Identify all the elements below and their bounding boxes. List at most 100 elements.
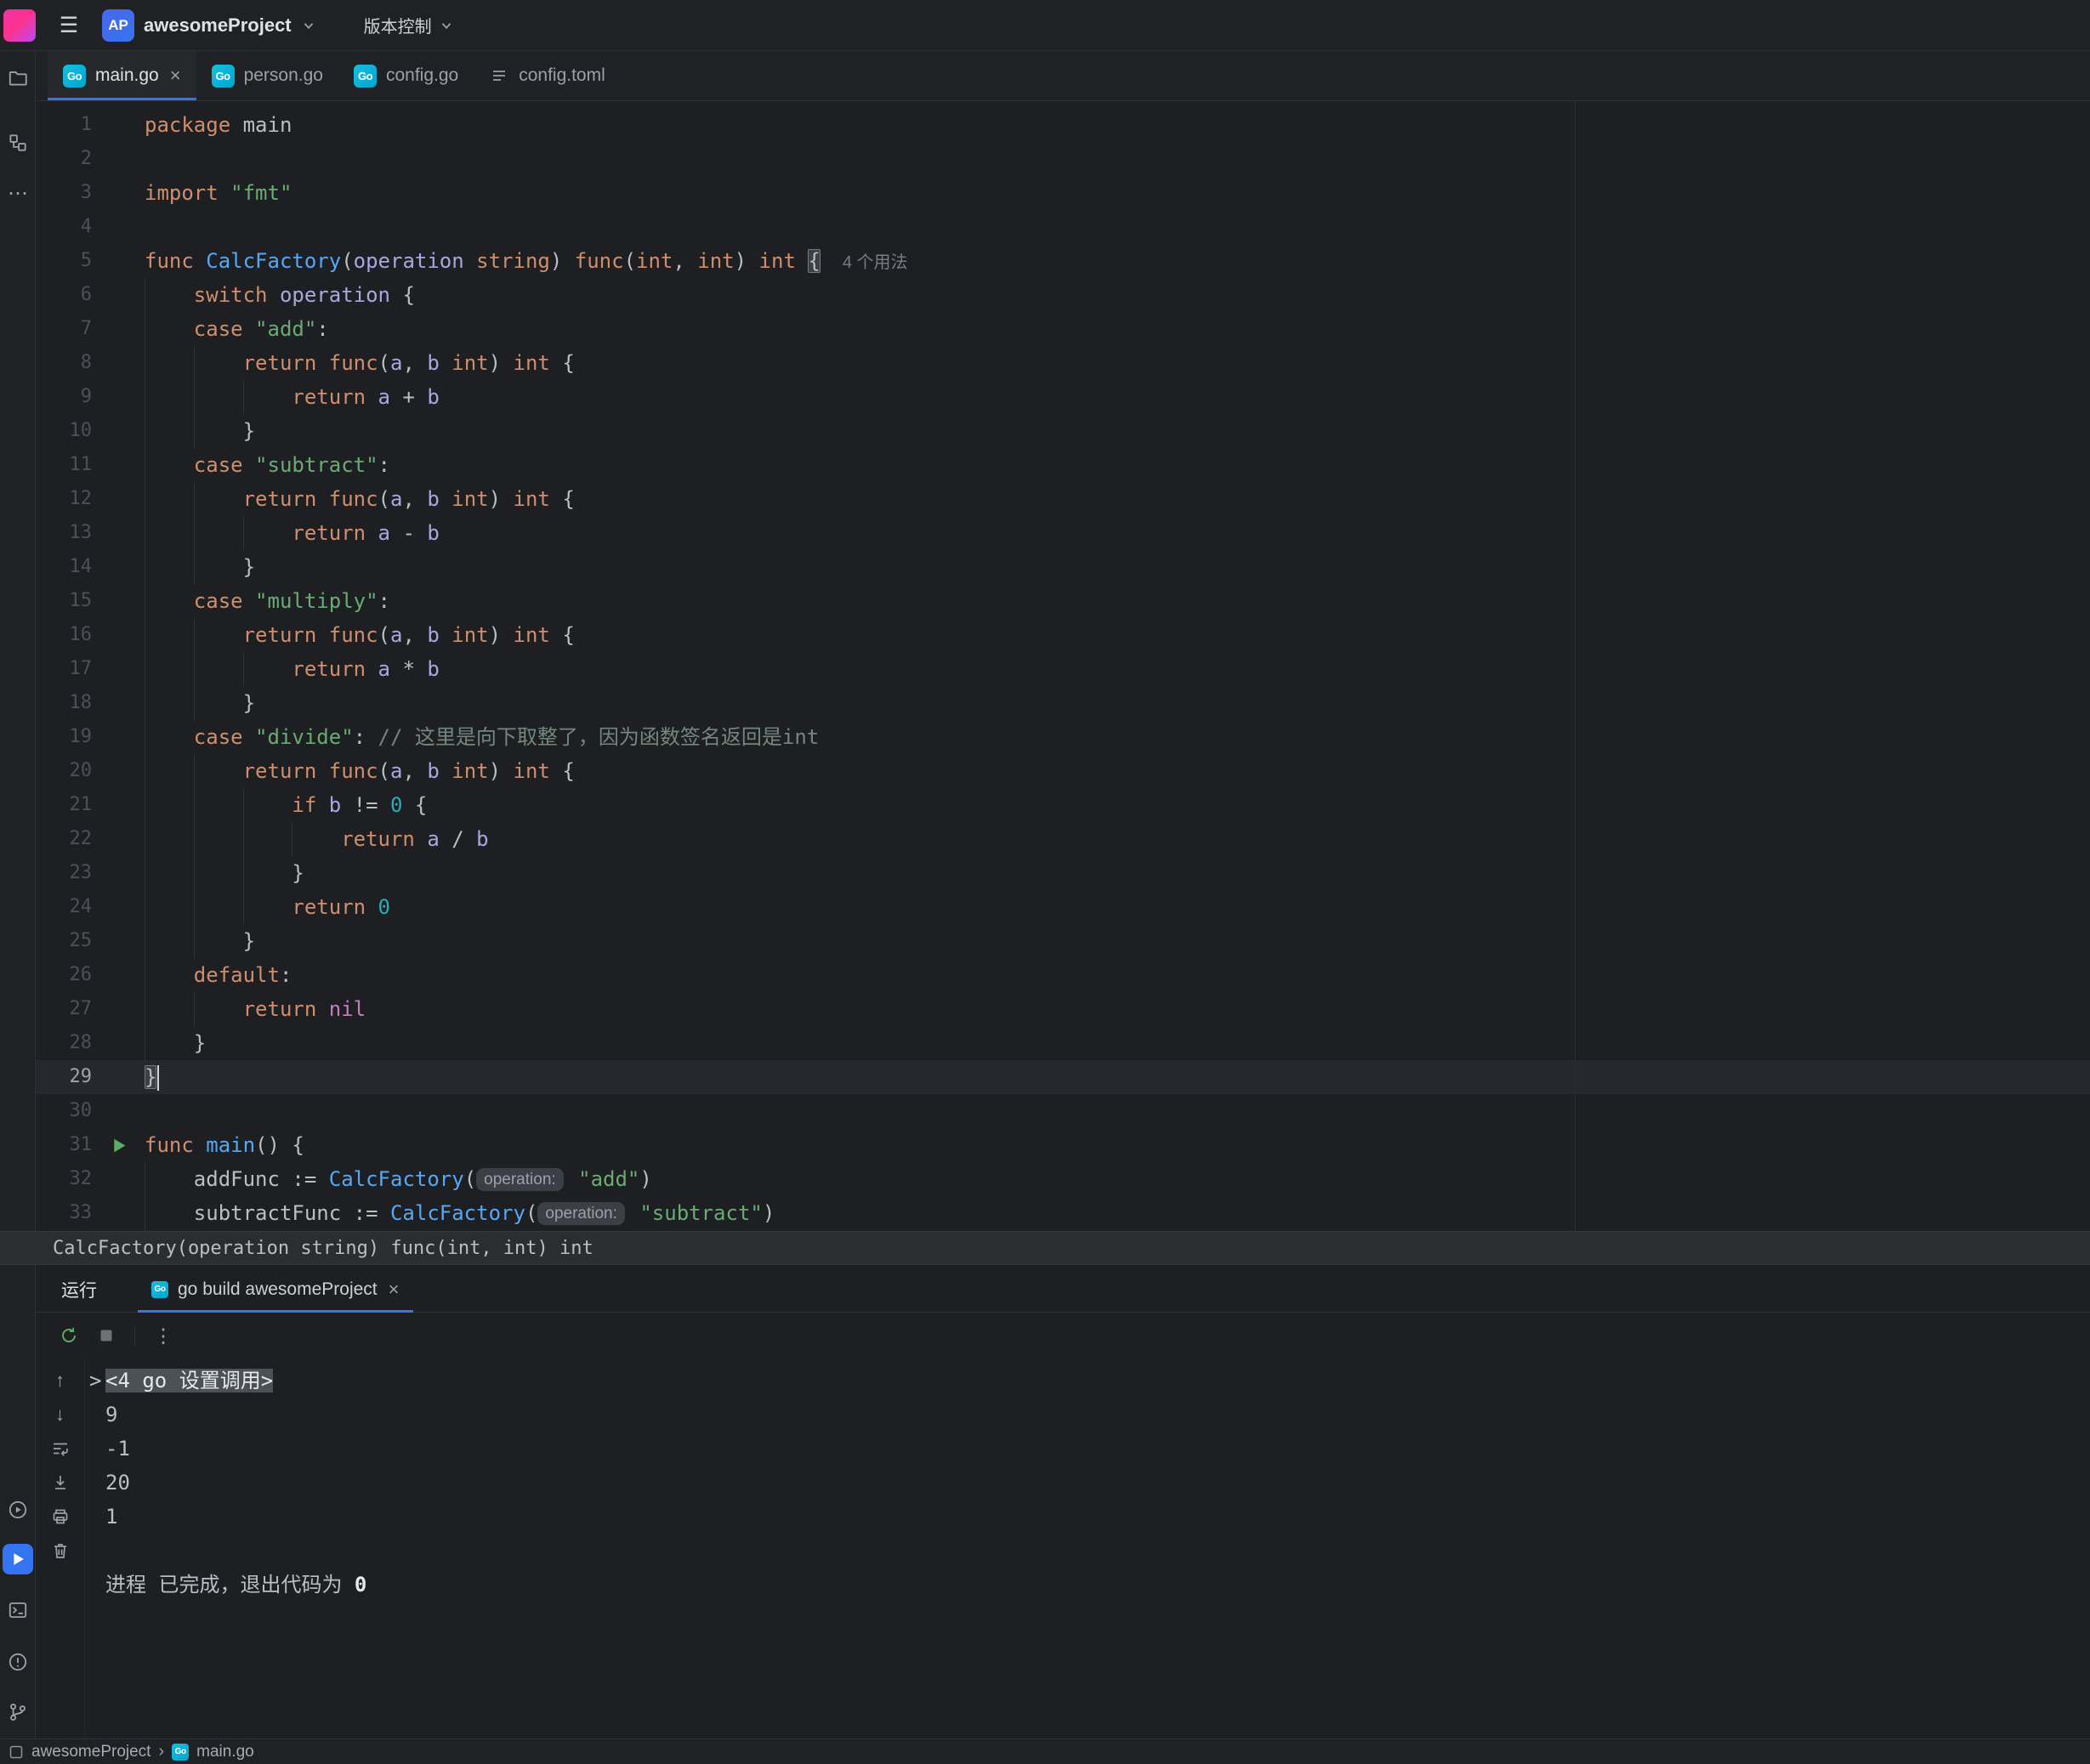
code-line[interactable]: 18 } <box>36 686 2090 720</box>
code-line[interactable]: 30 <box>36 1094 2090 1128</box>
line-number[interactable]: 33 <box>36 1196 92 1230</box>
code-line[interactable]: 6 switch operation { <box>36 278 2090 312</box>
line-number[interactable]: 20 <box>36 754 92 788</box>
terminal-tool-icon[interactable] <box>3 1595 33 1625</box>
code-line[interactable]: 31func main() { <box>36 1128 2090 1162</box>
console-line[interactable]: ><4 go 设置调用> <box>85 1364 2090 1398</box>
line-number[interactable]: 7 <box>36 312 92 346</box>
line-number[interactable]: 32 <box>36 1162 92 1196</box>
soft-wrap-icon[interactable] <box>48 1438 73 1459</box>
line-number[interactable]: 25 <box>36 924 92 958</box>
line-number[interactable]: 6 <box>36 278 92 312</box>
vcs-widget[interactable]: 版本控制 <box>364 13 454 37</box>
code-line[interactable]: 25 } <box>36 924 2090 958</box>
breadcrumb-file[interactable]: main.go <box>196 1743 254 1761</box>
tab-config-go[interactable]: Go config.go <box>338 51 474 100</box>
code-line[interactable]: 11 case "subtract": <box>36 448 2090 482</box>
line-number[interactable]: 10 <box>36 414 92 448</box>
line-number[interactable]: 26 <box>36 958 92 992</box>
code-line[interactable]: 33 subtractFunc := CalcFactory(operation… <box>36 1196 2090 1230</box>
code-line[interactable]: 32 addFunc := CalcFactory(operation: "ad… <box>36 1162 2090 1196</box>
console-line[interactable]: 20 <box>85 1466 2090 1500</box>
close-icon[interactable]: × <box>389 1279 400 1301</box>
code-line[interactable]: 9 return a + b <box>36 380 2090 414</box>
code-line[interactable]: 12 return func(a, b int) int { <box>36 482 2090 516</box>
tab-main-go[interactable]: Go main.go × <box>48 51 196 100</box>
code-line[interactable]: 7 case "add": <box>36 312 2090 346</box>
code-line[interactable]: 27 return nil <box>36 992 2090 1026</box>
line-number[interactable]: 29 <box>36 1060 92 1094</box>
more-tool-windows-icon[interactable]: ⋯ <box>3 178 33 208</box>
structure-tool-icon[interactable] <box>3 128 33 158</box>
print-icon[interactable] <box>48 1506 73 1527</box>
code-line[interactable]: 22 return a / b <box>36 822 2090 856</box>
line-number[interactable]: 30 <box>36 1094 92 1128</box>
line-number[interactable]: 16 <box>36 618 92 652</box>
run-tool-icon[interactable] <box>3 1544 33 1574</box>
console-line[interactable]: 进程 已完成，退出代码为 0 <box>85 1568 2090 1602</box>
line-number[interactable]: 1 <box>36 108 92 142</box>
line-number[interactable]: 2 <box>36 142 92 176</box>
line-number[interactable]: 19 <box>36 720 92 754</box>
code-line[interactable]: 3import "fmt" <box>36 176 2090 210</box>
line-number[interactable]: 5 <box>36 244 92 278</box>
line-number[interactable]: 8 <box>36 346 92 380</box>
project-tool-icon[interactable] <box>3 63 33 94</box>
next-occurrence-icon[interactable]: ↓ <box>48 1404 73 1425</box>
breadcrumb-project[interactable]: awesomeProject <box>31 1743 151 1761</box>
close-icon[interactable]: × <box>170 65 181 87</box>
scroll-to-end-icon[interactable] <box>48 1472 73 1493</box>
console-line[interactable]: 1 <box>85 1500 2090 1534</box>
line-number[interactable]: 23 <box>36 856 92 890</box>
rerun-button[interactable] <box>54 1321 83 1350</box>
code-line[interactable]: 4 <box>36 210 2090 244</box>
git-branch-icon[interactable] <box>3 1697 33 1727</box>
line-number[interactable]: 12 <box>36 482 92 516</box>
code-line[interactable]: 29} <box>36 1060 2090 1094</box>
code-line[interactable]: 16 return func(a, b int) int { <box>36 618 2090 652</box>
clear-console-icon[interactable] <box>48 1540 73 1561</box>
code-line[interactable]: 8 return func(a, b int) int { <box>36 346 2090 380</box>
line-number[interactable]: 21 <box>36 788 92 822</box>
code-line[interactable]: 1package main <box>36 108 2090 142</box>
code-line[interactable]: 26 default: <box>36 958 2090 992</box>
line-number[interactable]: 13 <box>36 516 92 550</box>
code-editor[interactable]: 1package main23import "fmt"45func CalcFa… <box>36 101 2090 1231</box>
code-line[interactable]: 13 return a - b <box>36 516 2090 550</box>
line-number[interactable]: 14 <box>36 550 92 584</box>
code-line[interactable]: 24 return 0 <box>36 890 2090 924</box>
run-gutter-icon[interactable] <box>92 1128 145 1162</box>
code-line[interactable]: 2 <box>36 142 2090 176</box>
code-line[interactable]: 15 case "multiply": <box>36 584 2090 618</box>
line-number[interactable]: 17 <box>36 652 92 686</box>
console-line[interactable]: -1 <box>85 1432 2090 1466</box>
line-number[interactable]: 27 <box>36 992 92 1026</box>
line-number[interactable]: 9 <box>36 380 92 414</box>
line-number[interactable]: 31 <box>36 1128 92 1162</box>
line-number[interactable]: 11 <box>36 448 92 482</box>
line-number[interactable]: 4 <box>36 210 92 244</box>
services-tool-icon[interactable] <box>3 1495 33 1525</box>
tab-person-go[interactable]: Go person.go <box>196 51 338 100</box>
line-number[interactable]: 22 <box>36 822 92 856</box>
main-menu-button[interactable]: ☰ <box>53 9 85 42</box>
console-output[interactable]: ><4 go 设置调用>9-1201 进程 已完成，退出代码为 0 <box>85 1358 2090 1738</box>
code-line[interactable]: 5func CalcFactory(operation string) func… <box>36 244 2090 278</box>
code-line[interactable]: 28 } <box>36 1026 2090 1060</box>
code-line[interactable]: 20 return func(a, b int) int { <box>36 754 2090 788</box>
line-number[interactable]: 28 <box>36 1026 92 1060</box>
stop-button[interactable] <box>92 1321 121 1350</box>
line-number[interactable]: 24 <box>36 890 92 924</box>
project-widget[interactable]: AP awesomeProject <box>102 9 316 42</box>
tab-config-toml[interactable]: config.toml <box>474 51 621 100</box>
line-number[interactable]: 3 <box>36 176 92 210</box>
problems-tool-icon[interactable] <box>3 1647 33 1677</box>
code-line[interactable]: 14 } <box>36 550 2090 584</box>
line-number[interactable]: 18 <box>36 686 92 720</box>
code-line[interactable]: 23 } <box>36 856 2090 890</box>
prev-occurrence-icon[interactable]: ↑ <box>48 1370 73 1391</box>
console-line[interactable]: 9 <box>85 1398 2090 1432</box>
run-configuration-tab[interactable]: Go go build awesomeProject × <box>138 1267 413 1312</box>
code-line[interactable]: 17 return a * b <box>36 652 2090 686</box>
code-line[interactable]: 21 if b != 0 { <box>36 788 2090 822</box>
